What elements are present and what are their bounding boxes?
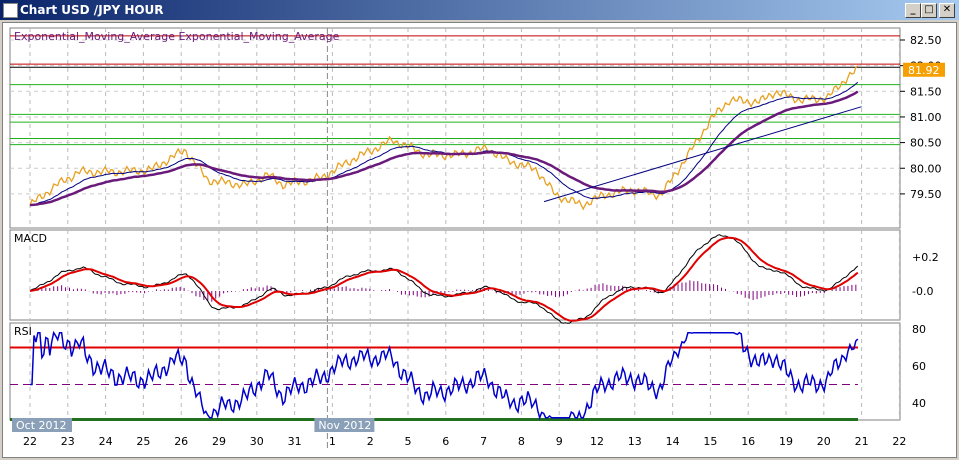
- price-tick-label: 79.50: [910, 188, 942, 201]
- x-tick-label: 20: [817, 435, 831, 448]
- x-tick-label: 8: [518, 435, 525, 448]
- x-tick-label: 13: [628, 435, 642, 448]
- x-tick-label: 15: [703, 435, 717, 448]
- price-tick-label: 80.50: [910, 137, 942, 150]
- price-tick-label: 81.50: [910, 85, 942, 98]
- x-tick-label: 22: [23, 435, 37, 448]
- chart-canvas[interactable]: 22 23 24 25 26 29 30 31 1 2 5 6 7 8 9 12 13 14 15 16 19 20 21 2…: [0, 0, 959, 460]
- x-tick-label: 12: [590, 435, 604, 448]
- macd-tick-label: +0.2: [912, 251, 939, 264]
- x-tick-label: 7: [480, 435, 487, 448]
- x-tick-label: 21: [855, 435, 869, 448]
- indicator-label: Exponential_Moving_Average Exponential_M…: [14, 30, 340, 43]
- x-tick-label: 25: [136, 435, 150, 448]
- x-tick-label: 29: [212, 435, 226, 448]
- x-tick-label: 19: [779, 435, 793, 448]
- macd-tick-label: -0.0: [912, 285, 933, 298]
- price-tick-label: 82.50: [910, 34, 942, 47]
- x-tick-label: 2: [367, 435, 374, 448]
- panel-1: [9, 229, 901, 321]
- x-tick-label: 9: [556, 435, 563, 448]
- rsi-tick-label: 60: [912, 360, 926, 373]
- x-tick-label: 26: [174, 435, 188, 448]
- macd-label: MACD: [14, 232, 47, 245]
- month-label: Nov 2012: [318, 419, 371, 432]
- x-tick-label: 23: [61, 435, 75, 448]
- x-tick-label: 30: [250, 435, 264, 448]
- x-tick-label: 31: [288, 435, 302, 448]
- x-tick-label: 5: [405, 435, 412, 448]
- x-tick-label: 14: [666, 435, 680, 448]
- rsi-tick-label: 80: [912, 323, 926, 336]
- price-tick-label: 81.00: [910, 111, 942, 124]
- month-label: Oct 2012: [16, 419, 67, 432]
- rsi-label: RSI: [14, 325, 32, 338]
- x-tick-label: 6: [442, 435, 449, 448]
- x-tick-label: 24: [99, 435, 113, 448]
- x-tick-label: 1: [329, 435, 336, 448]
- x-tick-label: 22: [892, 435, 906, 448]
- rsi-tick-label: 40: [912, 397, 926, 410]
- current-price-label: 81.92: [908, 64, 940, 77]
- price-tick-label: 80.00: [910, 162, 942, 175]
- x-tick-label: 16: [741, 435, 755, 448]
